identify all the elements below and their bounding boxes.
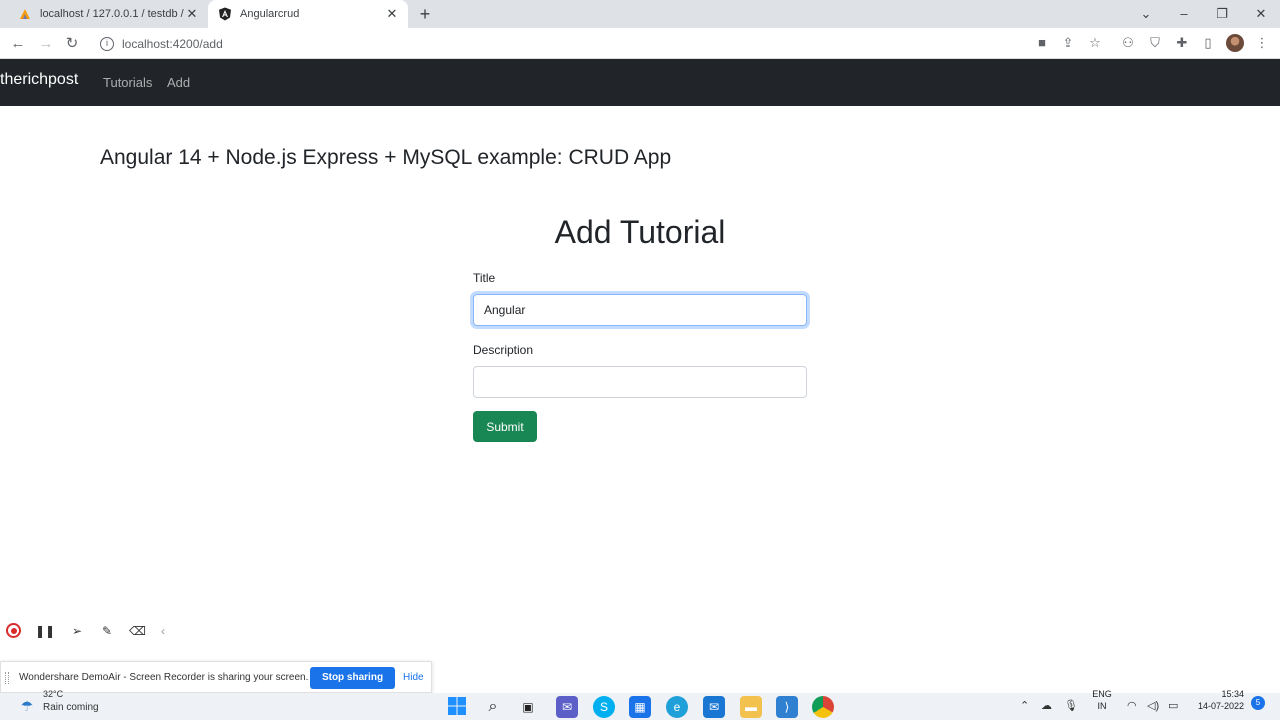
tray-chevron-up-icon[interactable]: ⌃ — [1020, 699, 1029, 712]
form-title: Add Tutorial — [554, 214, 726, 250]
new-tab-icon[interactable]: + — [416, 4, 434, 24]
nav-link-tutorials[interactable]: Tutorials — [103, 75, 152, 90]
screen-share-bar: Wondershare DemoAir - Screen Recorder is… — [0, 661, 432, 693]
lang-code: ENG — [1092, 689, 1112, 699]
hide-button[interactable]: Hide — [403, 672, 424, 683]
restore-icon[interactable]: ❐ — [1212, 4, 1232, 24]
bookmark-star-icon[interactable]: ☆ — [1087, 35, 1103, 51]
task-view-icon[interactable]: ▣ — [517, 696, 539, 718]
title-label: Title — [473, 271, 496, 285]
page-heading: Angular 14 + Node.js Express + MySQL exa… — [100, 146, 672, 169]
minimize-icon[interactable]: – — [1174, 4, 1194, 24]
umbrella-icon: ☂ — [20, 698, 34, 714]
eraser-icon[interactable]: ⌫ — [129, 623, 146, 639]
nav-link-add[interactable]: Add — [167, 75, 190, 90]
browser-tabstrip: localhost / 127.0.0.1 / testdb / tu ✕ An… — [0, 0, 1280, 28]
battery-icon[interactable]: ▭ — [1168, 699, 1178, 712]
file-explorer-icon[interactable]: ▬ — [740, 696, 762, 718]
language-indicator[interactable]: ENG IN — [1090, 688, 1114, 712]
drag-handle-icon[interactable] — [5, 672, 9, 684]
angular-icon — [218, 7, 232, 21]
title-input[interactable] — [473, 294, 807, 326]
skype-icon[interactable]: S — [593, 696, 615, 718]
submit-button[interactable]: Submit — [473, 411, 537, 442]
close-icon[interactable]: ✕ — [184, 6, 200, 22]
avatar[interactable] — [1226, 34, 1244, 52]
collapse-chevron-icon[interactable]: ‹ — [155, 623, 171, 639]
taskbar: ☂ 32°C Rain coming ⌕ ▣ ✉ S ▦ e ✉ ▬ ⟩ ⌃ ☁… — [0, 689, 1280, 720]
system-clock[interactable]: 15:34 14-07-2022 — [1188, 688, 1244, 712]
vscode-icon[interactable]: ⟩ — [776, 696, 798, 718]
reload-icon[interactable]: ↻ — [62, 34, 82, 54]
address-bar[interactable]: i localhost:4200/add — [92, 31, 1254, 56]
store-icon[interactable]: ▦ — [629, 696, 651, 718]
description-input[interactable] — [473, 366, 807, 398]
speaker-icon[interactable]: ◁) — [1147, 699, 1159, 712]
stop-sharing-button[interactable]: Stop sharing — [310, 667, 395, 689]
weather-widget[interactable]: ☂ 32°C Rain coming — [18, 689, 128, 720]
clock-time: 15:34 — [1221, 689, 1244, 699]
edge-icon[interactable]: e — [666, 696, 688, 718]
share-icon[interactable]: ⇪ — [1060, 35, 1076, 51]
camera-icon[interactable]: ■ — [1034, 35, 1050, 51]
share-message: Wondershare DemoAir - Screen Recorder is… — [19, 672, 309, 683]
browser-toolbar: ← → ↻ i localhost:4200/add ■ ⇪ ☆ ⚇ ⛉ ✚ ▯… — [0, 28, 1280, 59]
record-icon[interactable] — [6, 623, 21, 638]
mail-icon[interactable]: ✉ — [703, 696, 725, 718]
side-panel-icon[interactable]: ▯ — [1200, 35, 1216, 51]
info-icon[interactable]: i — [100, 36, 114, 51]
recorder-toolbar: ❚❚ ➢ ✎ ⌫ ‹ — [0, 615, 175, 647]
weather-temp: 32°C — [43, 689, 64, 699]
onedrive-cloud-icon[interactable]: ☁ — [1041, 699, 1052, 712]
close-icon[interactable]: ✕ — [384, 6, 400, 22]
windows-start-icon[interactable] — [446, 696, 468, 718]
app-navbar: therichpost Tutorials Add — [0, 59, 1280, 106]
forward-arrow-icon[interactable]: → — [36, 34, 56, 54]
phpmyadmin-icon — [18, 7, 32, 21]
lang-region: IN — [1097, 701, 1107, 711]
teams-chat-icon[interactable]: ✉ — [556, 696, 578, 718]
tab-angularcrud[interactable]: Angularcrud ✕ — [208, 0, 408, 28]
back-arrow-icon[interactable]: ← — [8, 34, 28, 54]
tab-title: localhost / 127.0.0.1 / testdb / tu — [40, 8, 184, 20]
url-text: localhost:4200/add — [122, 36, 223, 51]
tab-title: Angularcrud — [240, 8, 300, 20]
pause-icon[interactable]: ❚❚ — [35, 623, 55, 639]
weather-condition: Rain coming — [43, 702, 99, 713]
chrome-icon[interactable] — [812, 696, 834, 718]
extensions-puzzle-icon[interactable]: ✚ — [1174, 35, 1190, 51]
account-extension-icon[interactable]: ⚇ — [1120, 35, 1136, 51]
pen-icon[interactable]: ✎ — [99, 623, 115, 639]
wifi-icon[interactable]: ◠ — [1127, 699, 1137, 712]
clock-date: 14-07-2022 — [1197, 701, 1244, 711]
microphone-icon[interactable]: 🎙 — [1064, 699, 1078, 712]
notification-badge[interactable]: 5 — [1251, 696, 1265, 710]
navbar-brand[interactable]: therichpost — [0, 71, 78, 89]
pointer-icon[interactable]: ➢ — [69, 623, 85, 639]
tab-search-icon[interactable]: ⌄ — [1136, 4, 1156, 24]
window-close-icon[interactable]: ✕ — [1251, 4, 1271, 24]
menu-kebab-icon[interactable]: ⋮ — [1254, 35, 1270, 51]
shield-icon[interactable]: ⛉ — [1147, 35, 1163, 51]
tab-phpmyadmin[interactable]: localhost / 127.0.0.1 / testdb / tu ✕ — [8, 0, 208, 28]
description-label: Description — [473, 343, 534, 357]
search-icon[interactable]: ⌕ — [482, 696, 504, 718]
